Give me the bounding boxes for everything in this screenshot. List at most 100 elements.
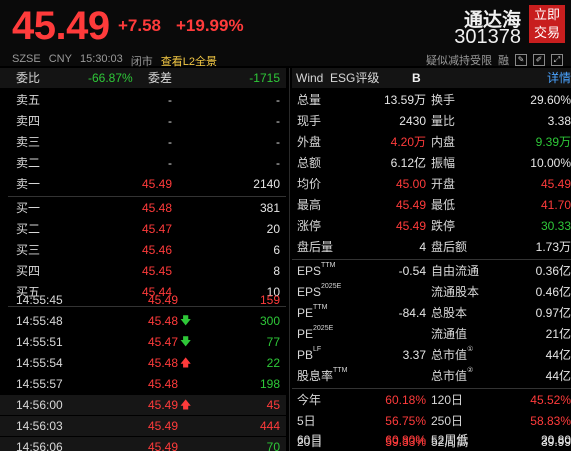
stat-value: 2430 — [399, 114, 426, 128]
fund-label-text: EPS — [297, 285, 322, 299]
perf-value: 60.18% — [385, 393, 426, 407]
fund-label: 总市值① — [431, 345, 473, 365]
ask-volume: - — [276, 156, 280, 170]
stock-code: 301378 — [454, 26, 521, 48]
ask-volume: - — [276, 93, 280, 107]
ask-price: - — [168, 93, 172, 107]
stat-label: 开盘 — [431, 177, 456, 191]
stat-label: 均价 — [297, 177, 322, 191]
ask-label: 卖三 — [16, 135, 41, 149]
bid-price: 45.46 — [141, 243, 172, 257]
tick-price: 45.49 — [147, 440, 178, 451]
fund-label-sup: LF — [313, 346, 322, 353]
reduction-note: 疑似减持受限 — [426, 55, 492, 67]
weicha-value: -1715 — [249, 71, 280, 85]
expand-icon[interactable]: ⤢ — [551, 54, 563, 66]
fundamental-row: EPS2025E 流通股本 0.46亿 — [292, 282, 571, 302]
fund-label-text: 总市值 — [431, 348, 468, 362]
stat-row: 均价 45.00 开盘 45.49 — [292, 174, 571, 194]
bid-row-2: 买二 45.47 20 — [0, 219, 286, 239]
tick-volume: 22 — [266, 356, 280, 370]
tick-time: 14:55:57 — [16, 377, 63, 391]
bid-volume: 381 — [259, 201, 280, 215]
stat-label: 振幅 — [431, 156, 456, 170]
fund-value: 44亿 — [545, 369, 571, 383]
stat-label: 最高 — [297, 198, 322, 212]
currency-label: CNY — [48, 53, 72, 65]
stat-label: 现手 — [297, 114, 322, 128]
tick-price: 45.49 — [147, 419, 178, 433]
fund-label: 流通值 — [431, 327, 468, 341]
esg-label: ESG评级 — [330, 71, 380, 85]
stat-value: 13.59万 — [383, 93, 426, 107]
tick-row: 14:55:48 45.48 🡇 300 — [0, 311, 286, 331]
tick-row: 14:55:54 45.48 🡅 22 — [0, 353, 286, 373]
esg-grade: B — [412, 71, 421, 85]
stat-value: 4 — [419, 240, 426, 254]
arrow-up-icon: 🡅 — [180, 357, 192, 369]
quote-time: 15:30:03 — [79, 53, 123, 65]
stat-label: 最低 — [431, 198, 456, 212]
wind-label: Wind — [296, 71, 324, 85]
ask-row-2: 卖二 - - — [0, 153, 286, 173]
fund-label: 股息率TTM — [297, 366, 347, 386]
tick-row: 14:56:06 45.49 70 — [0, 437, 286, 451]
fund-label-text: PB — [297, 348, 314, 362]
stat-label: 总量 — [297, 93, 322, 107]
performance-divider — [292, 388, 571, 389]
tick-time: 14:55:51 — [16, 335, 63, 349]
stat-row: 涨停 45.49 跌停 30.33 — [292, 216, 571, 236]
fund-label: 流通股本 — [431, 285, 480, 299]
bid-price: 45.47 — [141, 222, 172, 236]
stat-row: 现手 2430 量比 3.38 — [292, 111, 571, 131]
bid-label: 买三 — [16, 243, 41, 257]
tick-price: 45.48 — [147, 314, 178, 328]
bid-row-1: 买一 45.48 381 — [0, 198, 286, 218]
edit-icon[interactable]: ✎ — [515, 54, 527, 66]
detail-link[interactable]: 详情 — [547, 68, 571, 88]
stat-label: 盘后量 — [297, 240, 334, 254]
stat-value: 45.49 — [395, 198, 426, 212]
fund-label-text: 股息率 — [297, 369, 334, 383]
fundamental-row: PETTM -84.4 总股本 0.97亿 — [292, 303, 571, 323]
fund-value: 0.46亿 — [535, 285, 571, 299]
ask-label: 卖四 — [16, 114, 41, 128]
tick-time: 14:55:45 — [16, 293, 63, 307]
stat-value: 41.70 — [540, 198, 571, 212]
quote-subline: SZSE CNY 15:30:03 闭市 查看L2全景 — [12, 53, 217, 69]
perf-value: 60.80% — [385, 433, 426, 447]
stat-label: 换手 — [431, 93, 456, 107]
stat-row: 最高 45.49 最低 41.70 — [292, 195, 571, 215]
weibi-row: 委比 -66.87% 委差 -1715 — [0, 68, 286, 88]
tick-volume: 159 — [259, 293, 280, 307]
stat-row: 总额 6.12亿 振幅 10.00% — [292, 153, 571, 173]
tick-row: 14:56:00 45.49 🡅 45 — [0, 395, 286, 415]
bid-row-3: 买三 45.46 6 — [0, 240, 286, 260]
perf-label: 250日 — [431, 414, 464, 428]
fund-value: -0.54 — [398, 264, 426, 278]
l2-panorama-link[interactable]: 查看L2全景 — [161, 53, 217, 69]
draw-icon[interactable]: ✐ — [533, 54, 545, 66]
bid-row-4: 买四 45.45 8 — [0, 261, 286, 281]
performance-row: 60日 60.80% 52周低 20.80 — [292, 430, 571, 450]
price-change-pct: +19.99% — [176, 16, 244, 35]
stat-row: 外盘 4.20万 内盘 9.39万 — [292, 132, 571, 152]
bid-label: 买一 — [16, 201, 41, 215]
perf-label: 60日 — [297, 433, 323, 447]
tick-price: 45.47 — [147, 335, 178, 349]
performance-row: 今年 60.18% 120日 45.52% — [292, 390, 571, 410]
market-status: 闭市 — [130, 56, 153, 68]
fund-value: -84.4 — [398, 306, 426, 320]
order-book-panel: 委比 -66.87% 委差 -1715 卖五 - - 卖四 - - 卖三 - -… — [0, 68, 286, 451]
trade-now-button[interactable]: 立即 交易 — [529, 5, 565, 43]
fundamental-row: PE2025E 流通值 21亿 — [292, 324, 571, 344]
stat-label: 涨停 — [297, 219, 322, 233]
fundamentals-divider — [292, 259, 571, 260]
fund-value: 0.36亿 — [535, 264, 571, 278]
ask-row-4: 卖四 - - — [0, 111, 286, 131]
tick-time: 14:55:54 — [16, 356, 63, 370]
stat-value: 1.73万 — [535, 240, 571, 254]
margin-tag: 融 — [498, 55, 509, 67]
stat-value: 45.49 — [540, 177, 571, 191]
stat-value: 6.12亿 — [390, 156, 426, 170]
